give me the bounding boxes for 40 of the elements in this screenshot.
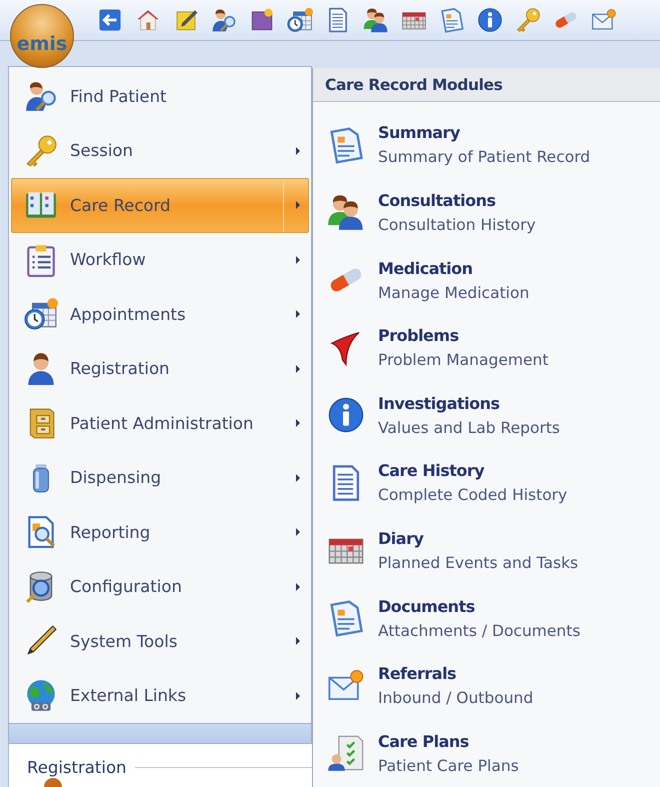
calendar-clock-icon <box>24 297 58 332</box>
menu-item[interactable]: Workflow <box>11 232 309 287</box>
two-people-icon[interactable] <box>363 7 389 33</box>
module-item[interactable]: Documents Attachments / Documents <box>313 584 660 652</box>
person-search-icon <box>24 79 58 114</box>
module-item[interactable]: Referrals Inbound / Outbound <box>313 652 660 720</box>
module-item[interactable]: Problems Problem Management <box>313 314 660 382</box>
menu-item[interactable]: Reporting <box>11 505 309 560</box>
menu-item[interactable]: Configuration <box>11 560 309 614</box>
menu-item[interactable]: Appointments <box>11 287 309 342</box>
menu-item[interactable]: Care Record <box>11 178 309 232</box>
menu-item[interactable]: Patient Administration <box>11 396 309 450</box>
clipboard-icon <box>24 242 58 277</box>
picture-icon[interactable] <box>249 7 275 33</box>
document-icon[interactable] <box>439 7 465 33</box>
menu-item[interactable]: Dispensing <box>11 450 309 505</box>
module-item[interactable]: Care History Complete Coded History <box>313 449 660 517</box>
menu-item[interactable]: External Links <box>11 668 309 723</box>
menu-item[interactable]: System Tools <box>11 614 309 668</box>
module-item[interactable]: Investigations Values and Lab Reports <box>313 381 660 450</box>
submenu-title: Care Record Modules <box>325 76 502 94</box>
logo-text: emis <box>16 33 68 55</box>
key-icon[interactable] <box>515 7 541 33</box>
module-item[interactable]: Medication Manage Medication <box>313 246 660 314</box>
calendar-clock-icon[interactable] <box>287 7 313 33</box>
module-item[interactable]: Diary Planned Events and Tasks <box>313 516 660 584</box>
module-item[interactable]: Consultations Consultation History <box>313 178 660 246</box>
two-people-icon <box>327 193 365 232</box>
key-icon <box>24 134 58 168</box>
info-icon <box>327 396 365 434</box>
info-icon[interactable] <box>477 7 503 33</box>
checklist-icon <box>327 734 365 772</box>
globe-icon <box>24 678 58 713</box>
module-item[interactable]: Summary Summary of Patient Record <box>313 111 660 179</box>
menu-item[interactable]: Session <box>11 124 309 178</box>
group-title: Registration <box>27 758 126 777</box>
menu-item[interactable]: Registration <box>11 342 309 396</box>
menu-item[interactable]: Find Patient <box>11 69 309 124</box>
person-search-icon[interactable] <box>211 7 237 33</box>
module-item[interactable]: Care Plans Patient Care Plans <box>313 719 660 787</box>
